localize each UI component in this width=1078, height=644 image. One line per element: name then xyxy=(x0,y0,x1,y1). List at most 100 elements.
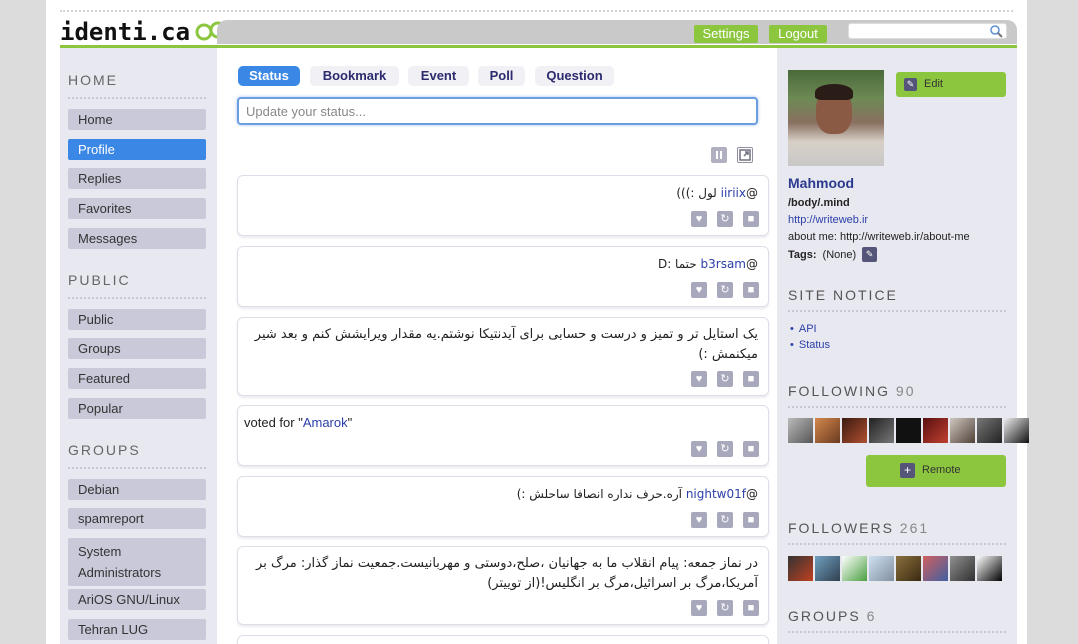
delete-button[interactable]: ■ xyxy=(743,211,759,227)
following-avatar[interactable] xyxy=(788,418,813,443)
notice-item: یک استایل تر و تمیز و درست و حسابی برای … xyxy=(237,317,769,396)
sidebar-item-replies[interactable]: Replies xyxy=(68,168,206,189)
sidebar-item-profile[interactable]: Profile xyxy=(68,139,206,160)
notice-actions: ♥ ↻ ■ xyxy=(691,441,759,457)
follower-avatar[interactable] xyxy=(869,556,894,581)
follower-avatar[interactable] xyxy=(977,556,1002,581)
about-label: about me: xyxy=(788,231,837,243)
repeat-icon: ↻ xyxy=(720,213,730,225)
trash-icon: ■ xyxy=(747,443,755,455)
edit-tags-icon[interactable]: ✎ xyxy=(862,247,878,262)
delete-button[interactable]: ■ xyxy=(743,282,759,298)
repeat-button[interactable]: ↻ xyxy=(717,211,733,227)
trash-icon: ■ xyxy=(747,602,755,614)
repeat-icon: ↻ xyxy=(720,373,730,385)
sidebar-item-popular[interactable]: Popular xyxy=(68,398,206,419)
sidebar-item-spamreport[interactable]: spamreport xyxy=(68,508,206,529)
delete-button[interactable]: ■ xyxy=(743,441,759,457)
follower-avatar[interactable] xyxy=(788,556,813,581)
following-avatar[interactable] xyxy=(923,418,948,443)
favorite-button[interactable]: ♥ xyxy=(691,211,707,227)
sidebar-item-system-administrators[interactable]: System Administrators xyxy=(68,538,206,586)
repeat-icon: ↻ xyxy=(720,514,730,526)
site-logo[interactable]: identi.ca xyxy=(60,18,228,46)
tab-bookmark[interactable]: Bookmark xyxy=(310,66,399,86)
favorite-button[interactable]: ♥ xyxy=(691,600,707,616)
notice-text: @iiriix لول :))) xyxy=(244,183,758,203)
mention-link[interactable]: b3rsam xyxy=(701,257,746,271)
nav-divider xyxy=(68,297,206,299)
notice-actions: ♥ ↻ ■ xyxy=(691,211,759,227)
repeat-button[interactable]: ↻ xyxy=(717,600,733,616)
mention-link[interactable]: iiriix xyxy=(721,186,746,200)
following-avatar[interactable] xyxy=(977,418,1002,443)
favorite-button[interactable]: ♥ xyxy=(691,512,707,528)
profile-url[interactable]: http://writeweb.ir xyxy=(788,214,868,226)
status-link[interactable]: Status xyxy=(799,339,830,351)
heart-icon: ♥ xyxy=(695,213,703,225)
follower-avatar[interactable] xyxy=(815,556,840,581)
logo-text: identi.ca xyxy=(60,18,191,46)
delete-button[interactable]: ■ xyxy=(743,371,759,387)
trash-icon: ■ xyxy=(747,213,755,225)
logout-button[interactable]: Logout xyxy=(769,25,827,43)
tab-event[interactable]: Event xyxy=(408,66,469,86)
edit-profile-button[interactable]: ✎ Edit xyxy=(896,72,1006,97)
heart-icon: ♥ xyxy=(695,514,703,526)
remote-subscribe-button[interactable]: + Remote xyxy=(866,455,1006,487)
following-avatar[interactable] xyxy=(950,418,975,443)
following-avatar[interactable] xyxy=(842,418,867,443)
pause-stream-button[interactable] xyxy=(711,147,727,163)
repeat-button[interactable]: ↻ xyxy=(717,441,733,457)
delete-button[interactable]: ■ xyxy=(743,512,759,528)
following-avatar[interactable] xyxy=(1004,418,1029,443)
notice-actions: ♥ ↻ ■ xyxy=(691,371,759,387)
followers-title: FOLLOWERS 261 xyxy=(788,520,929,536)
settings-button[interactable]: Settings xyxy=(694,25,758,43)
site-notice-list: API Status xyxy=(799,323,830,355)
sidebar-item-arios[interactable]: AriOS GNU/Linux xyxy=(68,589,206,610)
follower-avatar[interactable] xyxy=(950,556,975,581)
sidebar-item-favorites[interactable]: Favorites xyxy=(68,198,206,219)
favorite-button[interactable]: ♥ xyxy=(691,282,707,298)
follower-avatar[interactable] xyxy=(923,556,948,581)
sidebar-item-public[interactable]: Public xyxy=(68,309,206,330)
follower-avatar[interactable] xyxy=(842,556,867,581)
repeat-button[interactable]: ↻ xyxy=(717,512,733,528)
groups-count: 6 xyxy=(866,608,877,624)
remote-label: Remote xyxy=(922,464,961,476)
tab-status[interactable]: Status xyxy=(238,66,300,86)
tab-question[interactable]: Question xyxy=(535,66,614,86)
following-avatar[interactable] xyxy=(869,418,894,443)
sidebar-item-home[interactable]: Home xyxy=(68,109,206,130)
followers-label: FOLLOWERS xyxy=(788,520,894,536)
pencil-icon: ✎ xyxy=(904,78,917,91)
api-link[interactable]: API xyxy=(799,323,830,335)
follower-avatar[interactable] xyxy=(896,556,921,581)
delete-button[interactable]: ■ xyxy=(743,600,759,616)
tab-poll[interactable]: Poll xyxy=(478,66,525,86)
notice-item: @nightw01f آره.حرف نداره انصافا ساحلش :)… xyxy=(237,476,769,537)
section-divider xyxy=(788,631,1006,633)
sidebar-item-tehran-lug[interactable]: Tehran LUG xyxy=(68,619,206,640)
sidebar-item-debian[interactable]: Debian xyxy=(68,479,206,500)
search-icon[interactable] xyxy=(989,24,1003,38)
repeat-button[interactable]: ↻ xyxy=(717,371,733,387)
favorite-button[interactable]: ♥ xyxy=(691,371,707,387)
sidebar-item-messages[interactable]: Messages xyxy=(68,228,206,249)
repeat-button[interactable]: ↻ xyxy=(717,282,733,298)
following-avatar[interactable] xyxy=(815,418,840,443)
repeat-icon: ↻ xyxy=(720,443,730,455)
favorite-button[interactable]: ♥ xyxy=(691,441,707,457)
tags-value: (None) xyxy=(822,248,857,261)
notice-actions: ♥ ↻ ■ xyxy=(691,512,759,528)
status-input[interactable] xyxy=(237,97,758,125)
mention-link[interactable]: nightw01f xyxy=(686,487,746,501)
search-input[interactable] xyxy=(848,23,1007,39)
popout-button[interactable] xyxy=(737,147,753,163)
poll-link[interactable]: Amarok xyxy=(303,415,348,430)
sidebar-item-featured[interactable]: Featured xyxy=(68,368,206,389)
nav-divider xyxy=(68,97,206,99)
sidebar-item-groups[interactable]: Groups xyxy=(68,338,206,359)
following-avatar[interactable] xyxy=(896,418,921,443)
